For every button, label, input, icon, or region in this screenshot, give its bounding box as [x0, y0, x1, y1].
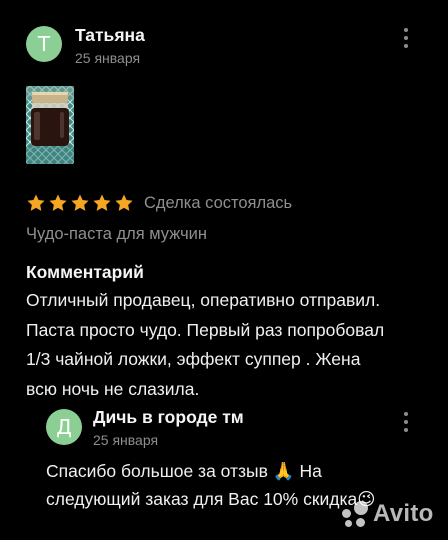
- rating-row: Сделка состоялась: [26, 193, 292, 213]
- comment-line: Отличный продавец, оперативно отправил.: [26, 290, 381, 310]
- avito-watermark: Avito: [340, 499, 434, 529]
- review-card: Т Татьяна 25 января Сделка состоялась Чу…: [0, 0, 448, 540]
- deal-status: Сделка состоялась: [144, 193, 293, 212]
- comment-text: Отличный продавец, оперативно отправил. …: [26, 286, 446, 404]
- comment-line: 1/3 чайной ложки, эффект суппер . Жена: [26, 349, 361, 369]
- author-avatar-letter: Т: [37, 32, 51, 56]
- star-icon: [115, 194, 133, 211]
- star-icon: [93, 194, 111, 211]
- reply-line: Спасибо большое за отзыв 🙏 На: [46, 461, 322, 481]
- star-icon: [71, 194, 89, 211]
- review-photo[interactable]: [26, 86, 74, 164]
- comment-line: Паста просто чудо. Первый раз попробовал: [26, 319, 385, 340]
- seller-avatar-letter: Д: [56, 415, 72, 439]
- star-icon: [49, 194, 67, 211]
- seller-avatar[interactable]: Д: [46, 409, 82, 445]
- comment-heading: Комментарий: [26, 262, 144, 282]
- rating-stars: [26, 193, 134, 213]
- reply-more-vertical-icon[interactable]: [403, 412, 409, 432]
- item-title[interactable]: Чудо-паста для мужчин: [26, 225, 207, 244]
- review-date: 25 января: [75, 50, 141, 66]
- author-name[interactable]: Татьяна: [75, 25, 145, 46]
- star-icon: [27, 194, 45, 211]
- author-avatar[interactable]: Т: [26, 26, 62, 62]
- reply-date: 25 января: [93, 432, 159, 448]
- avito-logo-icon: [340, 499, 370, 529]
- more-vertical-icon[interactable]: [403, 28, 409, 48]
- avito-watermark-text: Avito: [373, 500, 434, 527]
- seller-name[interactable]: Дичь в городе тм: [93, 407, 244, 428]
- comment-line: всю ночь не слазила.: [26, 378, 200, 399]
- jar-photo-image: [26, 86, 74, 164]
